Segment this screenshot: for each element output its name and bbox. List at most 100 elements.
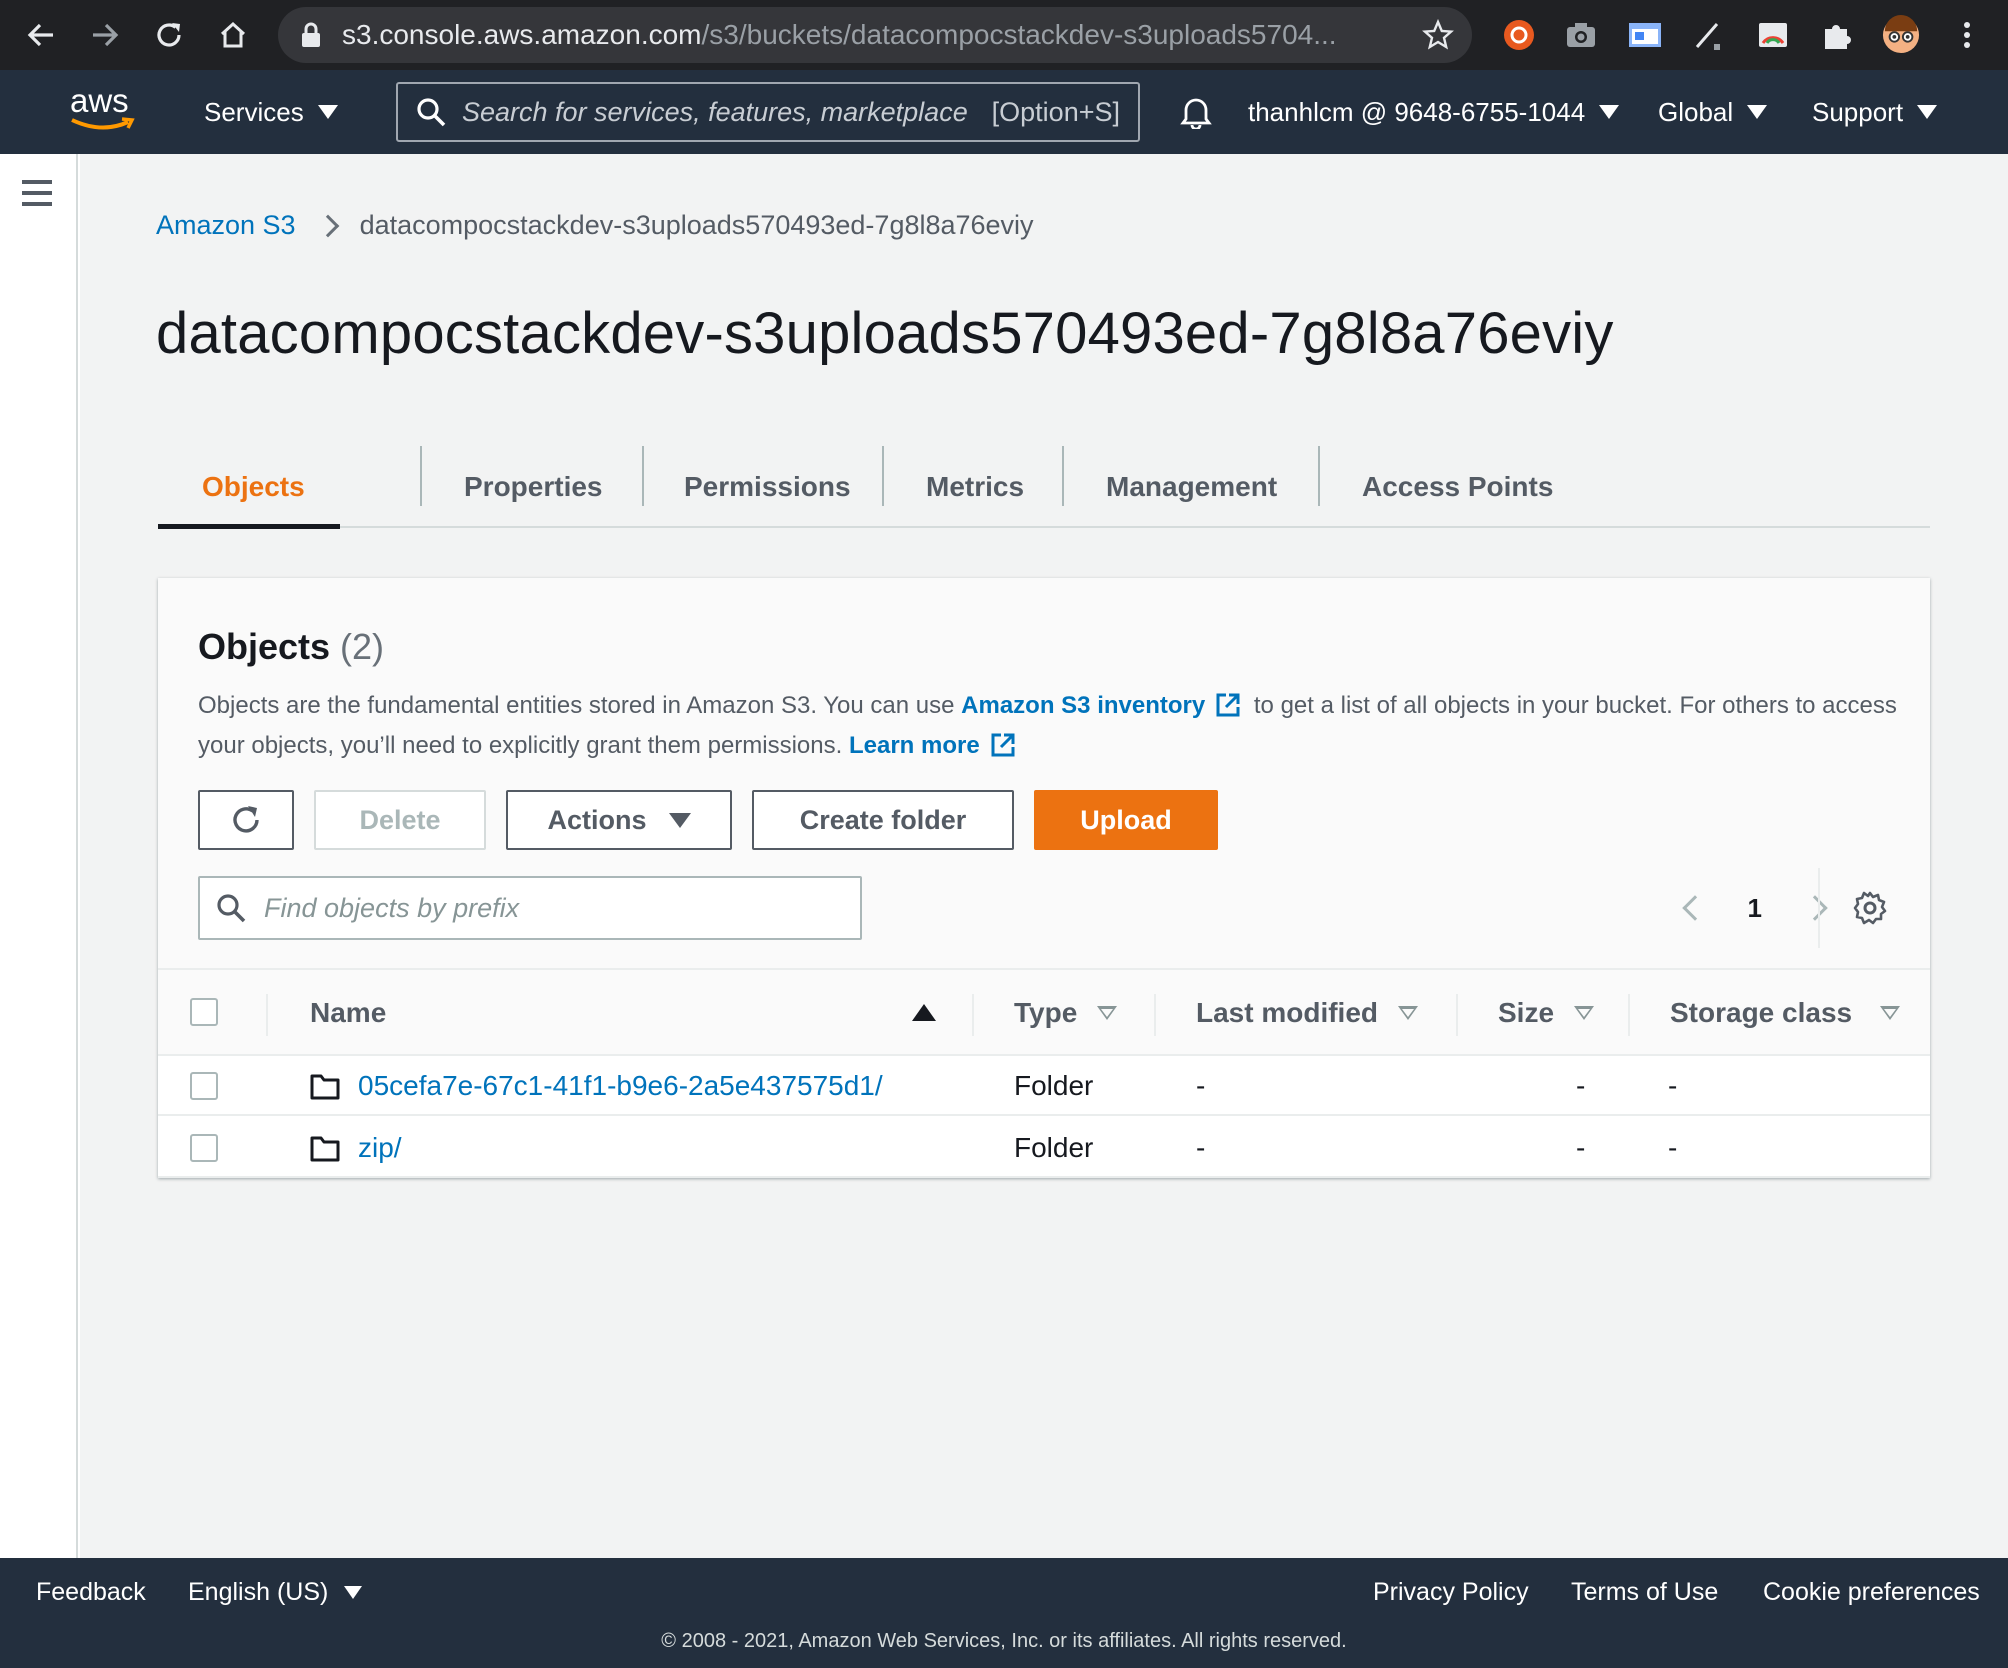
pen-extension-icon[interactable] (1690, 16, 1728, 54)
learn-more-link[interactable]: Learn more (849, 732, 980, 759)
services-menu[interactable]: Services (204, 70, 338, 154)
extension-orange-icon[interactable] (1500, 16, 1538, 54)
table-row: 05cefa7e-67c1-41f1-b9e6-2a5e437575d1/ Fo… (158, 1056, 1930, 1116)
column-divider (972, 994, 974, 1036)
row-checkbox[interactable] (190, 1072, 218, 1100)
actions-dropdown-button[interactable]: Actions (506, 790, 732, 850)
tab-metrics[interactable]: Metrics (926, 446, 1024, 528)
camera-extension-icon[interactable] (1562, 16, 1600, 54)
row-checkbox[interactable] (190, 1134, 218, 1162)
chevron-right-icon[interactable] (1802, 895, 1828, 921)
column-header-size[interactable]: Size (1498, 970, 1595, 1056)
screen-extension-icon[interactable] (1626, 16, 1664, 54)
tab-divider (1062, 446, 1064, 506)
column-header-last-modified[interactable]: Last modified (1196, 970, 1419, 1056)
refresh-button[interactable] (198, 790, 294, 850)
upload-button[interactable]: Upload (1034, 790, 1218, 850)
caret-down-icon (668, 812, 691, 828)
object-size: - (1576, 1132, 1586, 1163)
delete-button[interactable]: Delete (314, 790, 486, 850)
tab-access-points[interactable]: Access Points (1362, 446, 1553, 528)
folder-icon (310, 1074, 340, 1100)
aws-logo[interactable]: aws (66, 82, 144, 138)
active-tab-indicator (158, 524, 340, 529)
object-type: Folder (1014, 1132, 1094, 1163)
objects-panel: Objects (2) Objects are the fundamental e… (158, 578, 1930, 1178)
caret-down-icon (317, 105, 338, 119)
hamburger-menu-icon[interactable] (22, 180, 52, 206)
language-selector[interactable]: English (US) (188, 1578, 363, 1607)
aws-top-nav: aws Services Search for services, featur… (0, 70, 2008, 154)
address-bar[interactable]: s3.console.aws.amazon.com/s3/buckets/dat… (278, 7, 1472, 63)
object-name-link[interactable]: zip/ (358, 1132, 402, 1164)
folder-icon (310, 1136, 340, 1162)
breadcrumb-amazon-s3-link[interactable]: Amazon S3 (156, 210, 296, 241)
create-folder-button[interactable]: Create folder (752, 790, 1014, 850)
object-type: Folder (1014, 1070, 1094, 1101)
tab-divider (1318, 446, 1320, 506)
bookmark-star-icon[interactable] (1422, 19, 1454, 51)
objects-description: Objects are the fundamental entities sto… (198, 692, 1897, 759)
caret-down-icon (1599, 105, 1620, 119)
cookie-preferences-link[interactable]: Cookie preferences (1763, 1578, 1980, 1607)
s3-inventory-link[interactable]: Amazon S3 inventory (961, 692, 1205, 719)
bucket-tabs: Objects Properties Permissions Metrics M… (158, 446, 1930, 529)
cast-extension-icon[interactable] (1754, 16, 1792, 54)
column-divider (1628, 994, 1630, 1036)
browser-toolbar: s3.console.aws.amazon.com/s3/buckets/dat… (0, 0, 2008, 70)
breadcrumb: Amazon S3 datacompocstackdev-s3uploads57… (156, 210, 1034, 241)
sort-ascending-icon[interactable] (912, 1004, 936, 1021)
notifications-bell-icon[interactable] (1180, 70, 1212, 154)
object-storage-class: - (1668, 1070, 1678, 1101)
privacy-policy-link[interactable]: Privacy Policy (1373, 1578, 1529, 1607)
chevron-left-icon[interactable] (1681, 895, 1708, 921)
feedback-link[interactable]: Feedback (36, 1578, 146, 1607)
terms-of-use-link[interactable]: Terms of Use (1571, 1578, 1718, 1607)
forward-icon[interactable] (82, 12, 128, 58)
column-divider (1154, 994, 1156, 1036)
account-menu[interactable]: thanhlcm @ 9648-6755-1044 (1248, 70, 1620, 154)
home-icon[interactable] (210, 12, 256, 58)
tab-divider (420, 446, 422, 506)
find-objects-input[interactable]: Find objects by prefix (198, 876, 862, 940)
tab-properties[interactable]: Properties (464, 446, 603, 528)
back-icon[interactable] (18, 12, 64, 58)
aws-footer: Feedback English (US) Privacy Policy Ter… (0, 1558, 2008, 1668)
services-label: Services (204, 96, 304, 127)
column-header-storage-class[interactable]: Storage class (1670, 970, 1901, 1056)
tab-permissions[interactable]: Permissions (684, 446, 851, 528)
tab-objects[interactable]: Objects (202, 446, 305, 528)
main-content: Amazon S3 datacompocstackdev-s3uploads57… (80, 154, 2008, 1558)
account-label: thanhlcm @ 9648-6755-1044 (1248, 96, 1586, 127)
gear-icon[interactable] (1852, 890, 1888, 926)
column-header-name[interactable]: Name (310, 970, 386, 1056)
aws-smile-icon (71, 117, 135, 130)
column-divider (1456, 994, 1458, 1036)
url-text: s3.console.aws.amazon.com/s3/buckets/dat… (342, 19, 1337, 50)
profile-avatar-icon[interactable] (1882, 15, 1920, 54)
region-label: Global (1658, 96, 1734, 127)
objects-table-header: Name Type Last modified Size Storage cla… (158, 970, 1930, 1056)
caret-down-icon (1917, 105, 1938, 119)
side-nav-rail (0, 154, 78, 1558)
breadcrumb-current: datacompocstackdev-s3uploads570493ed-7g8… (359, 210, 1034, 240)
aws-search-input[interactable]: Search for services, features, marketpla… (396, 82, 1140, 142)
tab-divider (642, 446, 644, 506)
filter-placeholder: Find objects by prefix (264, 892, 520, 923)
table-row: zip/ Folder - - - (158, 1118, 1930, 1178)
tab-management[interactable]: Management (1106, 446, 1277, 528)
page-title: datacompocstackdev-s3uploads570493ed-7g8… (156, 301, 1614, 366)
support-menu[interactable]: Support (1812, 70, 1938, 154)
page-number[interactable]: 1 (1748, 893, 1762, 924)
puzzle-extensions-icon[interactable] (1818, 16, 1856, 54)
lock-icon (302, 22, 320, 47)
region-menu[interactable]: Global (1658, 70, 1768, 154)
browser-menu-icon[interactable] (1948, 16, 1986, 54)
search-icon (217, 894, 246, 923)
object-name-link[interactable]: 05cefa7e-67c1-41f1-b9e6-2a5e437575d1/ (358, 1070, 883, 1102)
copyright-text: © 2008 - 2021, Amazon Web Services, Inc.… (661, 1630, 1347, 1652)
select-all-checkbox[interactable] (190, 998, 218, 1026)
column-header-type[interactable]: Type (1014, 970, 1118, 1056)
reload-icon[interactable] (146, 12, 192, 58)
objects-heading: Objects (2) (198, 626, 385, 667)
